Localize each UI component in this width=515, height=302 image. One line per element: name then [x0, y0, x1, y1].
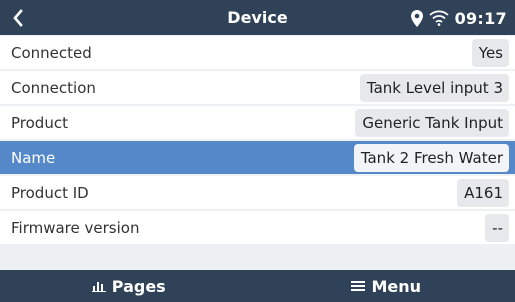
row-product[interactable]: Product Generic Tank Input: [0, 106, 515, 141]
device-screen: Device 09:17 Connected Yes Connection Ta…: [0, 0, 515, 302]
hamburger-menu-icon: [351, 281, 366, 291]
row-firmware-version[interactable]: Firmware version --: [0, 211, 515, 246]
location-pin-icon: [410, 9, 423, 27]
row-name[interactable]: Name Tank 2 Fresh Water: [0, 141, 515, 176]
pages-label: Pages: [111, 276, 166, 296]
row-connection[interactable]: Connection Tank Level input 3: [0, 71, 515, 106]
row-value: --: [485, 213, 509, 242]
settings-list: Connected Yes Connection Tank Level inpu…: [0, 36, 515, 246]
top-bar: Device 09:17: [0, 0, 515, 35]
row-value: Tank Level input 3: [359, 73, 509, 102]
row-value: A161: [457, 178, 509, 207]
row-label: Connection: [11, 78, 96, 97]
back-chevron-icon: [13, 9, 23, 27]
clock: 09:17: [454, 8, 507, 28]
pages-button[interactable]: Pages: [0, 270, 258, 302]
wifi-icon: [428, 10, 449, 26]
bottom-bar: Pages Menu: [0, 270, 515, 302]
status-area: 09:17: [410, 7, 507, 29]
menu-button[interactable]: Menu: [258, 270, 515, 302]
row-connected[interactable]: Connected Yes: [0, 36, 515, 71]
menu-label: Menu: [371, 276, 422, 296]
row-label: Product ID: [11, 183, 89, 202]
row-label: Product: [11, 113, 68, 132]
name-field[interactable]: Tank 2 Fresh Water: [353, 143, 509, 172]
row-product-id[interactable]: Product ID A161: [0, 176, 515, 211]
row-value: Yes: [471, 38, 509, 67]
back-button[interactable]: [12, 6, 32, 30]
row-label: Firmware version: [11, 218, 140, 237]
row-label: Name: [11, 148, 56, 167]
row-label: Connected: [11, 43, 92, 62]
row-value: Generic Tank Input: [355, 108, 509, 137]
bar-chart-icon: [91, 282, 106, 292]
